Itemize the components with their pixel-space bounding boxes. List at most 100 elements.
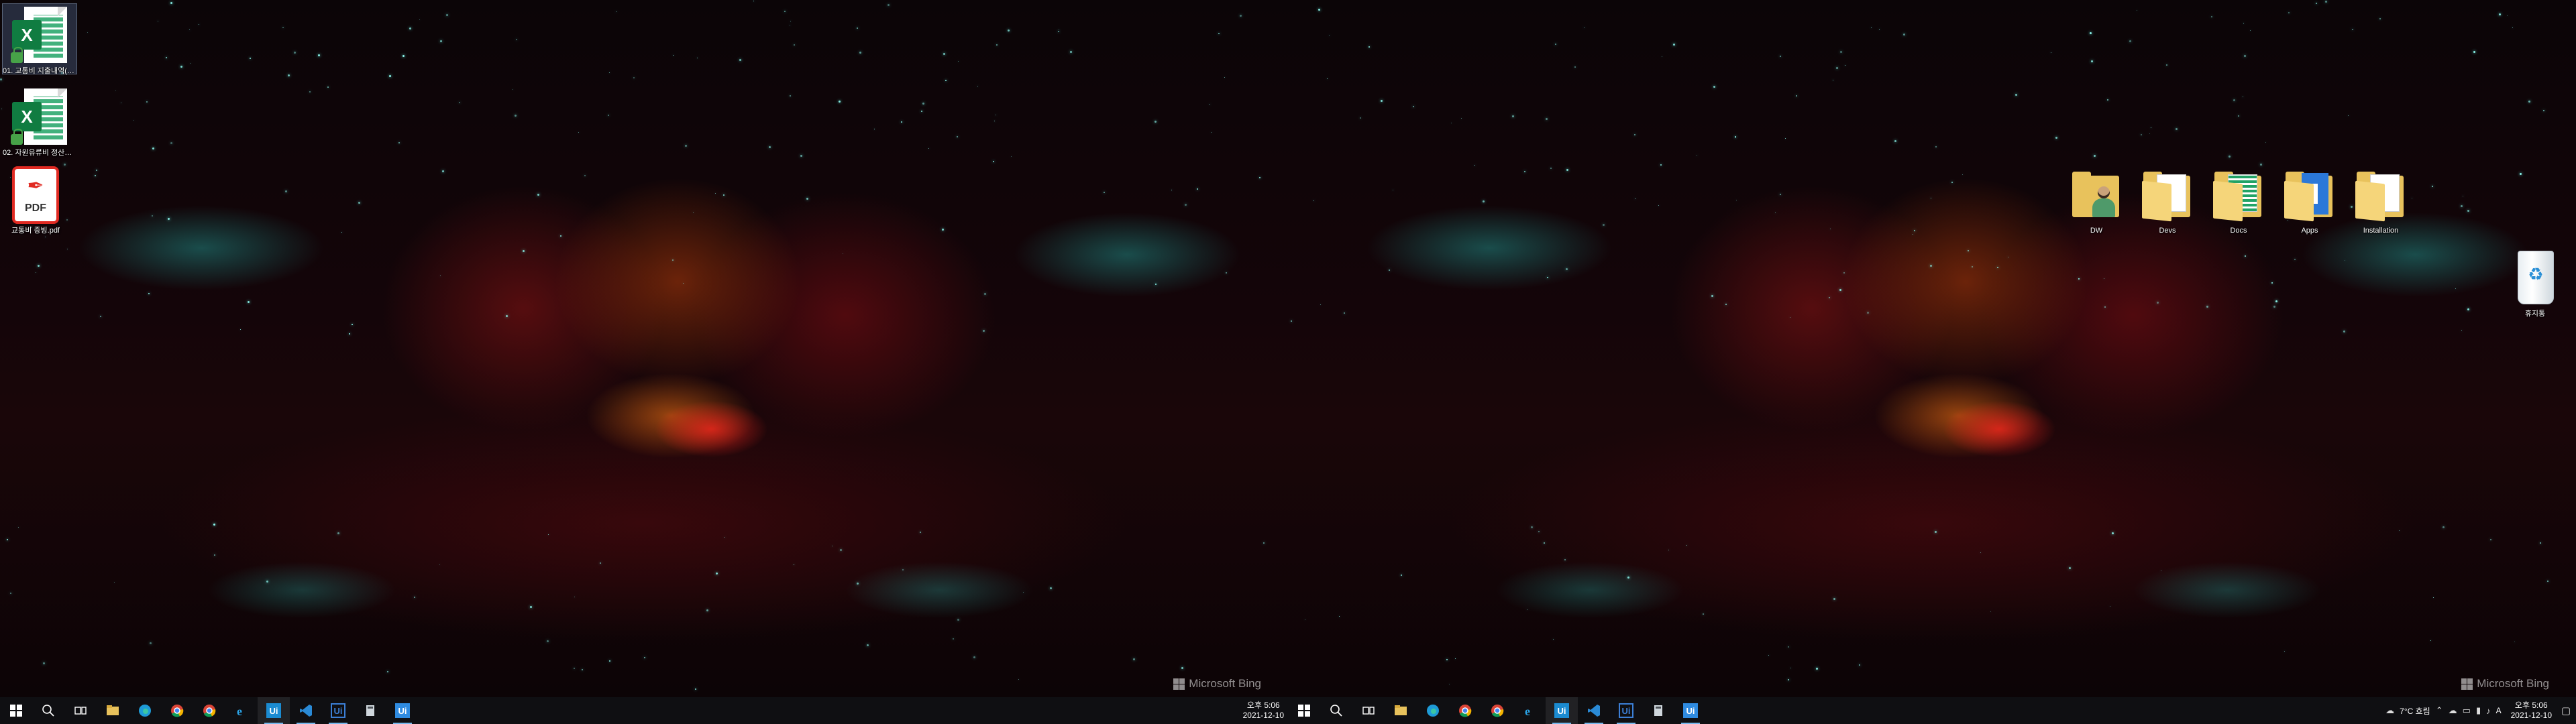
battery-icon[interactable]: ▮ (2476, 705, 2481, 716)
wallpaper-star (1660, 164, 1662, 166)
wallpaper-star (2055, 136, 2058, 139)
wallpaper-star (1996, 267, 1998, 269)
wallpaper-star (293, 51, 296, 54)
wallpaper-star (800, 154, 803, 157)
wallpaper-star (247, 301, 250, 304)
taskbar-uipath-assistant[interactable]: Ui (1610, 697, 1642, 724)
wallpaper-star (706, 609, 708, 611)
taskbar-uipath-studio[interactable]: Ui (1546, 697, 1578, 724)
wallpaper-star (2228, 155, 2231, 158)
notification-center-icon[interactable]: ▢ (2556, 705, 2576, 717)
lock-icon (11, 129, 23, 145)
wallpaper-star (439, 564, 440, 565)
input-method-indicator[interactable]: A (2496, 706, 2502, 715)
wallpaper-star (1523, 171, 1525, 172)
taskbar-chrome[interactable] (161, 697, 193, 724)
taskbar-vscode[interactable] (290, 697, 322, 724)
taskbar-chrome-profile[interactable] (1481, 697, 1513, 724)
desktop-folder-apps[interactable]: Apps (2273, 168, 2347, 235)
search-button[interactable] (32, 697, 64, 724)
network-icon[interactable]: ▭ (2463, 705, 2471, 716)
taskbar-chrome[interactable] (1449, 697, 1481, 724)
wallpaper-star (1603, 224, 1605, 227)
desktop-icon-transport-expenses-xlsx[interactable]: X 01. 교통비 지출내역(2021.11).xlsx (2, 3, 77, 75)
folder-icon (2282, 168, 2338, 224)
task-view-button[interactable] (1352, 697, 1385, 724)
desktop-icon-transport-receipt-pdf[interactable]: ✒ PDF 교통비 증빙.pdf (0, 166, 72, 235)
wallpaper-star (2260, 163, 2263, 166)
wallpaper-star (1584, 27, 1585, 29)
desktop-folder-devs[interactable]: Devs (2131, 168, 2204, 235)
edge-icon (1427, 705, 1439, 717)
wallpaper-star (1566, 169, 1569, 172)
calculator-icon (1654, 705, 1662, 716)
wallpaper-star (458, 102, 460, 104)
wallpaper-star (341, 232, 343, 233)
wallpaper-star (1263, 542, 1265, 544)
wallpaper-star (288, 74, 290, 76)
taskbar-internet-explorer[interactable]: e (225, 697, 258, 724)
wallpaper-star (839, 100, 841, 103)
desktop-recycle-bin[interactable]: ♻ 휴지통 (2498, 247, 2572, 318)
onedrive-cloud-icon[interactable]: ☁ (2449, 705, 2457, 716)
taskbar-clock[interactable]: 오후 5:06 2021-12-10 (1239, 701, 1288, 721)
search-button[interactable] (1320, 697, 1352, 724)
wallpaper-star (2316, 3, 2318, 5)
wallpaper-star (87, 32, 88, 34)
recycle-bin-icon: ♻ (2508, 247, 2562, 307)
weather-text[interactable]: 7°C 흐림 (2400, 705, 2430, 717)
taskbar-calculator[interactable] (354, 697, 386, 724)
wallpaper-star (2238, 115, 2240, 117)
taskbar-uipath-assistant[interactable]: Ui (322, 697, 354, 724)
wallpaper-star (973, 656, 975, 658)
start-button[interactable] (0, 697, 32, 724)
wallpaper-star (17, 526, 19, 528)
taskbar-internet-explorer[interactable]: e (1513, 697, 1546, 724)
taskbar-vscode[interactable] (1578, 697, 1610, 724)
wallpaper-star (2111, 532, 2114, 535)
wallpaper-star (1388, 269, 1390, 271)
uipath-icon: Ui (1554, 703, 1569, 718)
wallpaper-star (1859, 664, 1861, 666)
wallpaper-star (901, 121, 903, 123)
desktop-icon-fuel-settlement-xlsx[interactable]: X 02. 자원유류비 정산양식(2021.11).xlsx (3, 86, 76, 158)
taskbar-edge[interactable] (129, 697, 161, 724)
wallpaper-star (1155, 283, 1157, 285)
desktop-folder-docs[interactable]: Docs (2202, 168, 2275, 235)
svg-text:e: e (1525, 705, 1530, 718)
desktop-icon-label: 02. 자원유류비 정산양식(2021.11).xlsx (3, 149, 76, 157)
wallpaper-star (1512, 115, 1515, 117)
wallpaper-star (2069, 566, 2072, 569)
wallpaper-star (928, 148, 930, 149)
wallpaper-star (327, 86, 329, 88)
volume-icon[interactable]: ♪ (2486, 706, 2491, 716)
wallpaper-star (1049, 587, 1052, 589)
wallpaper-star (1574, 66, 1576, 68)
bing-watermark-text: Microsoft Bing (2477, 677, 2549, 690)
show-hidden-icons-chevron-icon[interactable]: ⌃ (2436, 705, 2443, 716)
wallpaper-star (170, 2, 173, 5)
excel-file-icon: X (9, 86, 70, 146)
taskbar-uipath-robot[interactable]: Ui (386, 697, 419, 724)
wallpaper-star (2546, 581, 2548, 583)
task-view-icon (1362, 707, 1375, 715)
wallpaper-star (2271, 282, 2273, 284)
taskbar-file-explorer[interactable] (97, 697, 129, 724)
taskbar-file-explorer[interactable] (1385, 697, 1417, 724)
weather-cloud-icon[interactable]: ☁ (2385, 705, 2394, 716)
desktop-folder-installation[interactable]: Installation (2344, 168, 2418, 235)
taskbar-edge[interactable] (1417, 697, 1449, 724)
desktop-folder-dw[interactable]: DW (2059, 168, 2133, 235)
wallpaper-star (2149, 133, 2150, 135)
wallpaper-star (152, 215, 154, 217)
taskbar-uipath-robot[interactable]: Ui (1674, 697, 1707, 724)
wallpaper-star (1224, 76, 1226, 78)
task-view-button[interactable] (64, 697, 97, 724)
taskbar-clock[interactable]: 오후 5:06 2021-12-10 (2507, 701, 2556, 721)
taskbar-calculator[interactable] (1642, 697, 1674, 724)
start-button[interactable] (1288, 697, 1320, 724)
wallpaper-star (1339, 615, 1340, 617)
taskbar-chrome-profile[interactable] (193, 697, 225, 724)
wallpaper-star (784, 11, 786, 13)
taskbar-uipath-studio[interactable]: Ui (258, 697, 290, 724)
